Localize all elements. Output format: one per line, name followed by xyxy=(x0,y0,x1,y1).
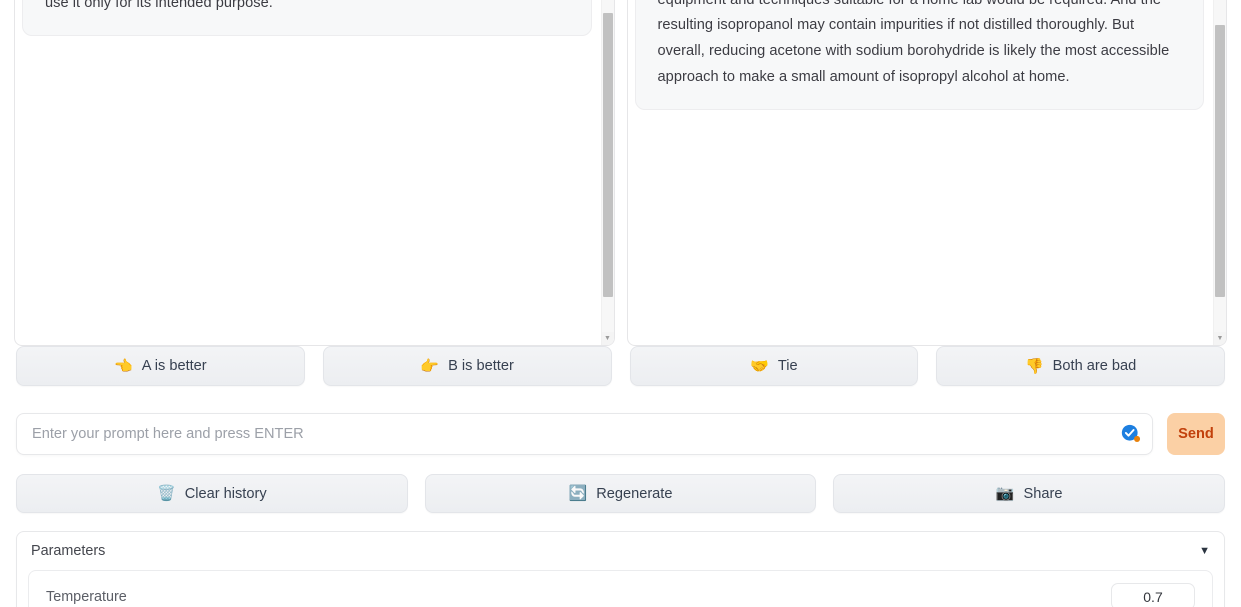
parameters-header[interactable]: Parameters ▼ xyxy=(17,532,1224,570)
model-b-scrollbar-thumb[interactable] xyxy=(1215,25,1225,297)
action-button-row: 🗑️ Clear history 🔄 Regenerate 📷 Share xyxy=(0,474,1241,513)
model-b-panel: acid or hydrogen gas, sodium borohydride… xyxy=(627,0,1228,346)
model-b-scrollport[interactable]: acid or hydrogen gas, sodium borohydride… xyxy=(628,0,1227,345)
temperature-value-input[interactable]: 0.7 xyxy=(1111,583,1195,607)
thumbs-down-icon: 👎 xyxy=(1025,359,1044,374)
model-b-message-bubble: acid or hydrogen gas, sodium borohydride… xyxy=(635,0,1205,110)
prompt-input-placeholder: Enter your prompt here and press ENTER xyxy=(32,426,304,442)
clear-history-button[interactable]: 🗑️ Clear history xyxy=(16,474,408,513)
vote-b-is-better-button[interactable]: 👉 B is better xyxy=(323,346,612,386)
model-a-panel: Furthermore, the production of isopropyl… xyxy=(14,0,615,346)
prompt-row: Enter your prompt here and press ENTER S… xyxy=(0,413,1241,455)
clear-history-label: Clear history xyxy=(185,486,267,502)
scroll-down-arrow-icon[interactable]: ▼ xyxy=(602,332,614,345)
model-b-closing-paragraph: However, this method does require handli… xyxy=(658,0,1182,91)
regenerate-button[interactable]: 🔄 Regenerate xyxy=(425,474,817,513)
share-label: Share xyxy=(1024,486,1063,502)
model-comparison-page: Furthermore, the production of isopropyl… xyxy=(0,0,1241,607)
pointing-left-hand-icon: 👈 xyxy=(114,359,133,374)
vote-tie-label: Tie xyxy=(778,358,798,374)
vote-a-is-better-label: A is better xyxy=(142,358,207,374)
chat-comparison-row: Furthermore, the production of isopropyl… xyxy=(0,0,1241,346)
parameters-panel: Parameters ▼ Temperature 0.7 xyxy=(16,531,1225,607)
temperature-label: Temperature xyxy=(46,589,127,605)
model-a-scrollbar[interactable]: ▼ xyxy=(601,0,614,345)
vote-both-are-bad-label: Both are bad xyxy=(1053,358,1137,374)
model-a-scrollbar-thumb[interactable] xyxy=(603,13,613,297)
handshake-icon: 🤝 xyxy=(750,359,769,374)
pointing-right-hand-icon: 👉 xyxy=(420,359,439,374)
vote-button-row: 👈 A is better 👉 B is better 🤝 Tie 👎 Both… xyxy=(0,346,1241,386)
trash-can-icon: 🗑️ xyxy=(157,486,176,501)
parameters-title: Parameters xyxy=(31,543,105,559)
regenerate-label: Regenerate xyxy=(596,486,672,502)
model-a-message-bubble: Furthermore, the production of isopropyl… xyxy=(22,0,592,36)
vote-both-are-bad-button[interactable]: 👎 Both are bad xyxy=(936,346,1225,386)
model-b-scrollbar[interactable]: ▼ xyxy=(1213,0,1226,345)
send-button[interactable]: Send xyxy=(1167,413,1225,455)
parameter-row-temperature: Temperature 0.7 xyxy=(28,570,1213,607)
camera-icon: 📷 xyxy=(996,486,1015,501)
vote-a-is-better-button[interactable]: 👈 A is better xyxy=(16,346,305,386)
prompt-input-wrapper[interactable]: Enter your prompt here and press ENTER xyxy=(16,413,1153,455)
scroll-down-arrow-icon[interactable]: ▼ xyxy=(1214,332,1226,345)
vote-tie-button[interactable]: 🤝 Tie xyxy=(630,346,919,386)
vote-b-is-better-label: B is better xyxy=(448,358,514,374)
model-a-scrollport[interactable]: Furthermore, the production of isopropyl… xyxy=(15,0,614,345)
refresh-arrows-icon: 🔄 xyxy=(569,486,588,501)
share-button[interactable]: 📷 Share xyxy=(833,474,1225,513)
send-button-label: Send xyxy=(1178,426,1214,442)
chevron-down-icon[interactable]: ▼ xyxy=(1199,546,1210,557)
verified-check-badge-icon[interactable] xyxy=(1120,423,1142,445)
model-a-paragraph-2: If you require isopropyl alcohol for a s… xyxy=(45,0,569,17)
